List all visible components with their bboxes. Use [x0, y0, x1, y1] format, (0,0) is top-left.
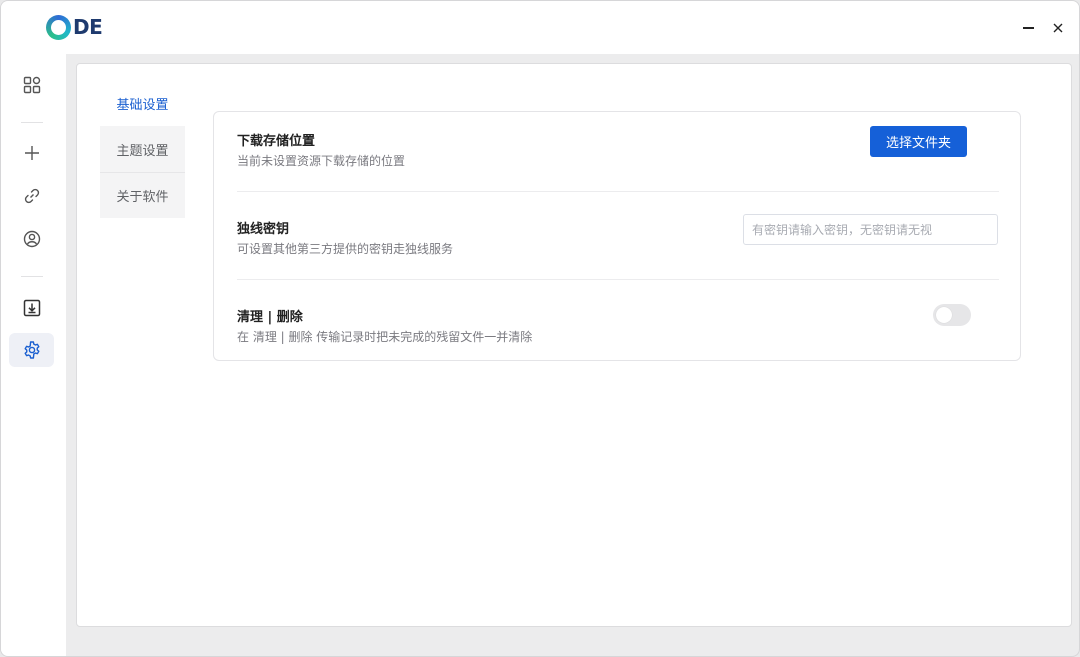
exclusive-key-input[interactable]	[743, 214, 998, 245]
title-bar: DE	[1, 1, 1079, 54]
download-icon	[23, 299, 40, 317]
tab-theme-settings[interactable]: 主题设置	[100, 126, 185, 172]
tab-about[interactable]: 关于软件	[100, 172, 185, 218]
tab-basic-settings[interactable]: 基础设置	[100, 80, 185, 126]
exclusive-key-title: 独线密钥	[237, 222, 290, 237]
row-divider	[237, 191, 999, 192]
sidebar-item-link[interactable]	[9, 179, 54, 213]
app-window: DE 基础设置 主题设置 关于软件 下载存储位置 当前未设置资源下载存储的位置 …	[0, 0, 1080, 657]
exclusive-key-description: 可设置其他第三方提供的密钥走独线服务	[237, 242, 454, 256]
sidebar	[1, 54, 66, 656]
sidebar-item-dashboard[interactable]	[9, 68, 54, 102]
app-logo: DE	[46, 14, 103, 40]
plus-icon	[24, 146, 39, 160]
user-circle-icon	[23, 230, 40, 248]
link-icon	[24, 188, 39, 204]
minimize-button[interactable]	[1018, 18, 1038, 38]
download-location-title: 下载存储位置	[237, 134, 316, 149]
download-location-description: 当前未设置资源下载存储的位置	[237, 154, 406, 168]
settings-card: 下载存储位置 当前未设置资源下载存储的位置 选择文件夹 独线密钥 可设置其他第三…	[213, 111, 1021, 361]
toggle-knob	[936, 307, 952, 323]
logo-text: DE	[73, 15, 103, 39]
sidebar-item-add[interactable]	[9, 136, 54, 170]
close-button[interactable]	[1048, 18, 1068, 38]
logo-ring-icon	[46, 14, 71, 40]
sidebar-item-downloads[interactable]	[9, 291, 54, 325]
row-divider	[237, 279, 999, 280]
grid-icon	[23, 76, 40, 94]
minimize-icon	[1022, 27, 1034, 29]
select-folder-button[interactable]: 选择文件夹	[870, 126, 967, 157]
sidebar-divider	[21, 122, 43, 123]
sidebar-item-account[interactable]	[9, 222, 54, 256]
gear-icon	[24, 341, 39, 359]
close-icon	[1053, 23, 1063, 33]
cleanup-title: 清理 | 删除	[237, 310, 303, 325]
cleanup-toggle[interactable]	[933, 304, 971, 326]
sidebar-item-settings[interactable]	[9, 333, 54, 367]
cleanup-description: 在 清理 | 删除 传输记录时把未完成的残留文件一并清除	[237, 330, 533, 344]
settings-panel: 基础设置 主题设置 关于软件 下载存储位置 当前未设置资源下载存储的位置 选择文…	[76, 63, 1072, 627]
sidebar-divider	[21, 276, 43, 277]
